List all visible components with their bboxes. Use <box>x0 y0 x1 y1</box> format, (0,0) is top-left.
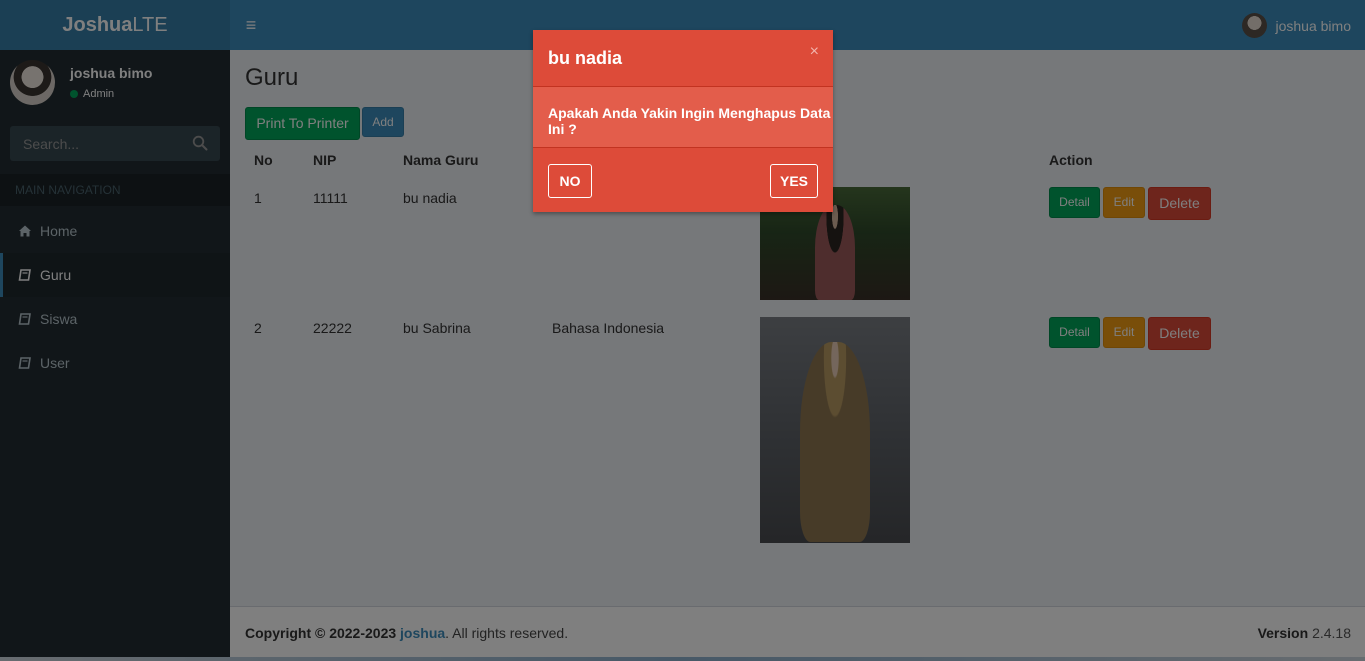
modal-footer: NO YES <box>533 147 833 212</box>
close-icon[interactable]: × <box>810 44 819 60</box>
modal-title: bu nadia <box>548 48 623 68</box>
modal-message: Apakah Anda Yakin Ingin Menghapus Data I… <box>548 105 831 137</box>
yes-button[interactable]: YES <box>770 164 818 198</box>
modal-header: bu nadia × <box>533 30 833 87</box>
modal-body: Apakah Anda Yakin Ingin Menghapus Data I… <box>533 87 833 147</box>
delete-confirm-modal: bu nadia × Apakah Anda Yakin Ingin Mengh… <box>533 30 833 212</box>
no-button[interactable]: NO <box>548 164 592 198</box>
